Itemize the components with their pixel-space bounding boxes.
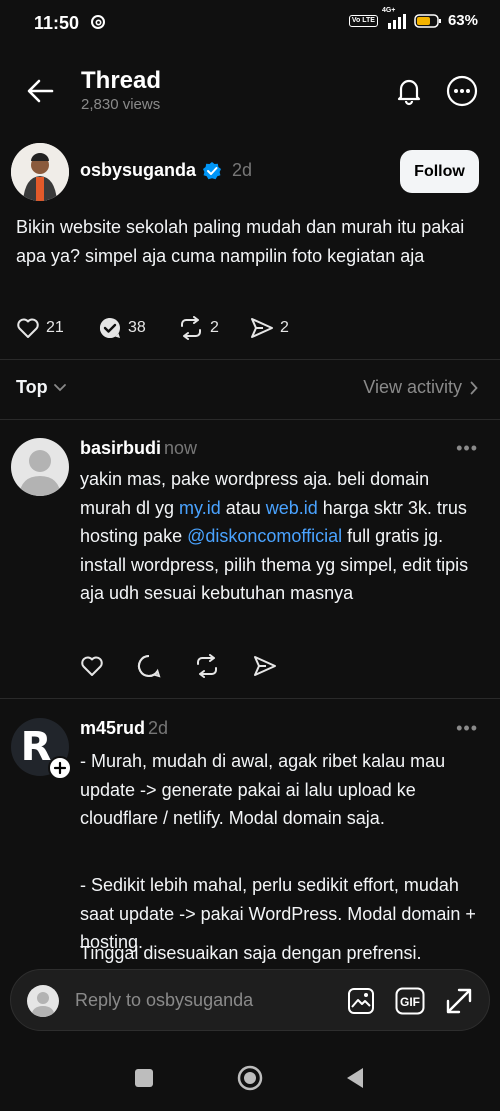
- repost-count: 2: [210, 319, 219, 336]
- repost-icon[interactable]: [194, 654, 220, 678]
- comment-more-icon[interactable]: •••: [456, 718, 478, 739]
- comment-button[interactable]: 38: [98, 316, 178, 340]
- view-activity-link[interactable]: View activity: [363, 377, 478, 398]
- verified-badge-icon: [202, 161, 222, 181]
- repost-button[interactable]: 2: [178, 316, 250, 340]
- post-time: 2d: [232, 160, 253, 180]
- comment-more-icon[interactable]: •••: [456, 438, 478, 459]
- domain-link[interactable]: web.id: [266, 498, 318, 518]
- divider: [0, 698, 500, 699]
- threads-app-icon: [90, 14, 106, 30]
- avatar: [27, 985, 59, 1017]
- avatar[interactable]: [11, 143, 69, 201]
- status-time: 11:50: [34, 13, 80, 33]
- divider: [0, 419, 500, 420]
- comment-text-part: atau: [220, 497, 266, 518]
- avatar-letter: R: [20, 724, 52, 770]
- mention-link[interactable]: @diskoncomofficial: [187, 526, 342, 546]
- more-options-icon[interactable]: [446, 75, 478, 107]
- back-arrow-icon[interactable]: [26, 78, 54, 104]
- home-icon[interactable]: [237, 1065, 263, 1091]
- post-text: Bikin website sekolah paling mudah dan m…: [16, 217, 465, 266]
- send-icon: [250, 317, 274, 339]
- follow-button[interactable]: Follow: [400, 150, 479, 193]
- bell-icon[interactable]: [394, 76, 424, 106]
- network-type: 4G+: [381, 6, 396, 14]
- status-bar: 11:50 Vo LTE 4G+ 63%: [0, 0, 500, 50]
- recent-apps-icon[interactable]: [135, 1069, 153, 1087]
- comment-checked-icon: [98, 316, 122, 340]
- comment-bubble-icon[interactable]: [137, 654, 161, 678]
- comment-time: now: [164, 438, 198, 458]
- share-button[interactable]: 2: [250, 317, 289, 339]
- svg-text:GIF: GIF: [400, 995, 420, 1009]
- divider: [0, 359, 500, 360]
- chevron-down-icon: [53, 383, 67, 393]
- back-nav-icon[interactable]: [345, 1067, 365, 1089]
- comment-text: yakin mas, pake wordpress aja. beli doma…: [80, 465, 485, 608]
- repost-icon: [178, 316, 204, 340]
- battery-icon: [414, 13, 442, 29]
- share-count: 2: [280, 319, 289, 336]
- comment-username[interactable]: m45rud: [80, 718, 145, 738]
- gif-icon[interactable]: GIF: [395, 987, 425, 1015]
- post-username[interactable]: osbysuganda: [80, 160, 196, 181]
- add-follow-icon[interactable]: [48, 756, 72, 780]
- system-nav-bar: [0, 1045, 500, 1111]
- sort-dropdown[interactable]: Top: [16, 377, 67, 398]
- heart-icon[interactable]: [80, 655, 104, 677]
- comment-username[interactable]: basirbudi: [80, 438, 161, 458]
- comment-paragraph: Tinggal disesuaikan saja dengan prefrens…: [80, 943, 422, 963]
- heart-icon: [16, 317, 40, 339]
- send-icon[interactable]: [253, 655, 277, 677]
- comment-count: 38: [128, 319, 146, 336]
- expand-icon[interactable]: [445, 987, 473, 1015]
- like-button[interactable]: 21: [16, 317, 98, 339]
- domain-link[interactable]: my.id: [179, 498, 221, 518]
- comment-time: 2d: [148, 718, 169, 738]
- sort-label: Top: [16, 377, 48, 397]
- view-activity-label: View activity: [363, 377, 462, 397]
- chevron-right-icon: [470, 381, 478, 395]
- reply-input[interactable]: Reply to osbysuganda: [75, 990, 253, 1011]
- like-count: 21: [46, 319, 64, 336]
- page-title: Thread: [81, 67, 162, 94]
- avatar[interactable]: [11, 438, 69, 496]
- comment-paragraph: - Murah, mudah di awal, agak ribet kalau…: [80, 751, 446, 828]
- battery-percent: 63%: [447, 12, 478, 29]
- signal-icon: 4G+: [382, 7, 408, 29]
- views-count: 2,830 views: [81, 96, 161, 113]
- reply-bar[interactable]: Reply to osbysuganda GIF: [10, 969, 490, 1031]
- image-icon[interactable]: [347, 987, 375, 1015]
- volte-icon: Vo LTE: [348, 14, 378, 27]
